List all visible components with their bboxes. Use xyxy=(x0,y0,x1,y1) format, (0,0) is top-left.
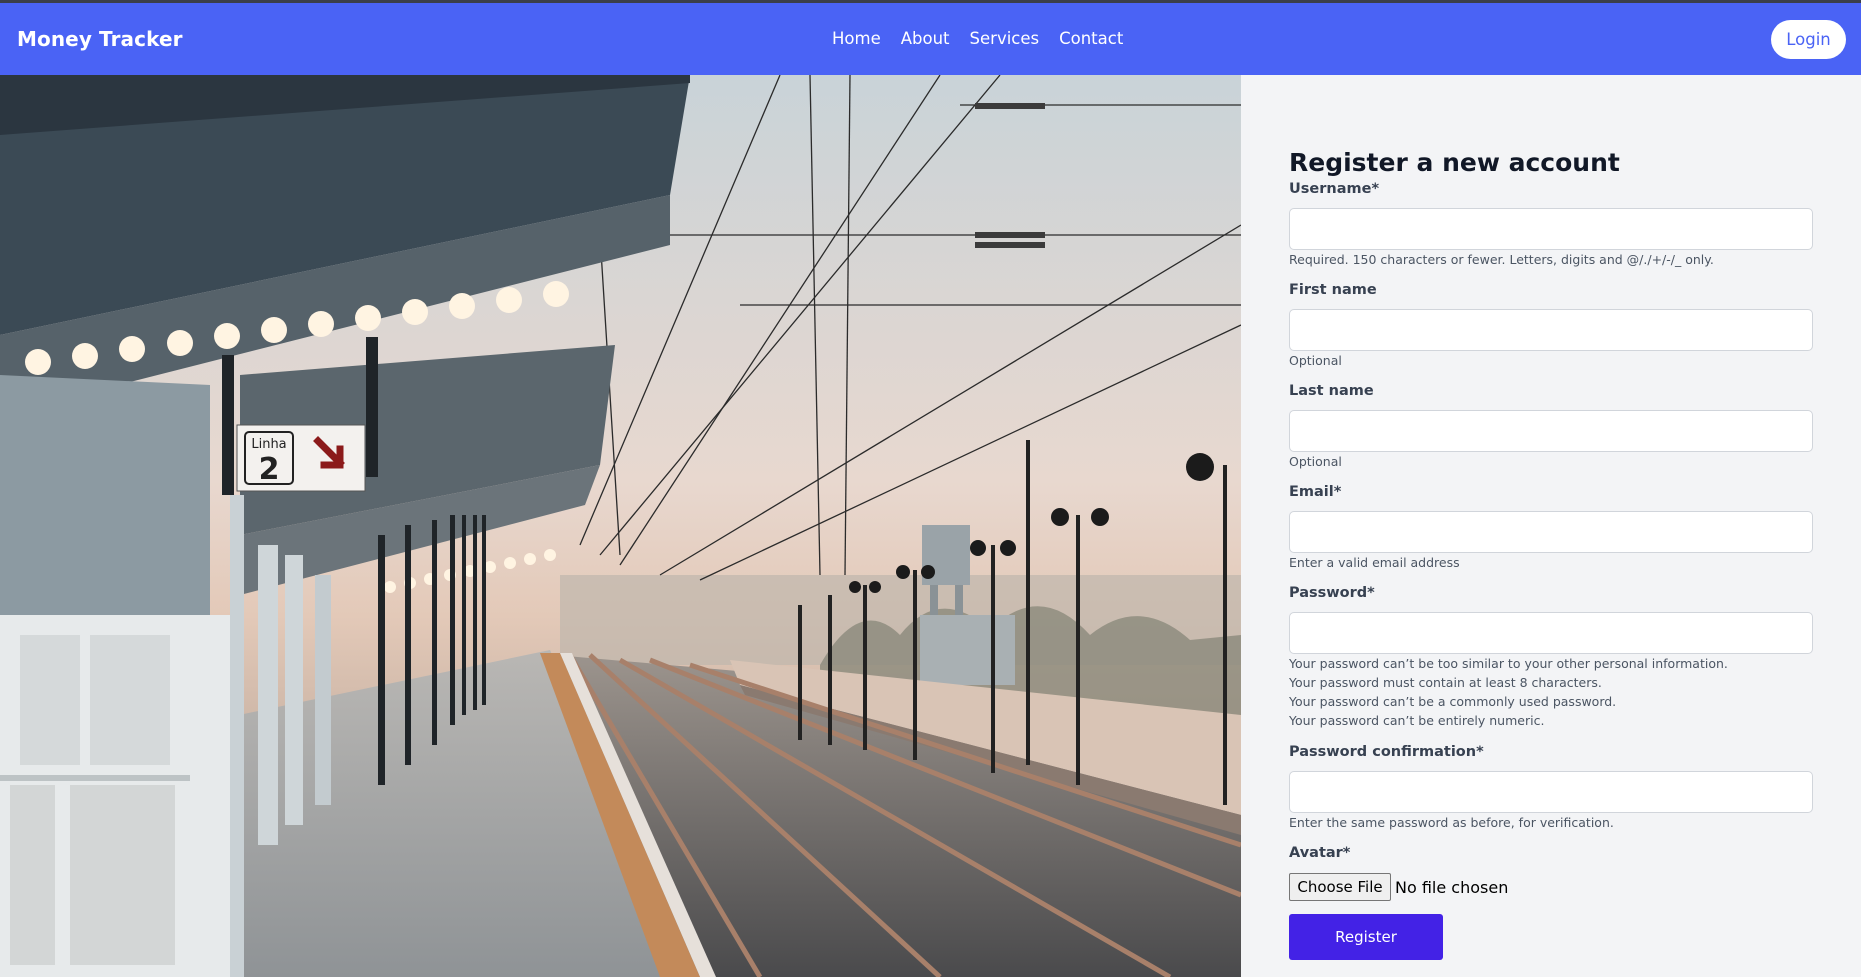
password-help-2: Your password must contain at least 8 ch… xyxy=(1289,675,1602,690)
username-input[interactable] xyxy=(1289,208,1813,250)
last-name-input[interactable] xyxy=(1289,410,1813,452)
password-confirmation-label: Password confirmation* xyxy=(1289,744,1484,760)
login-button[interactable]: Login xyxy=(1771,20,1846,59)
avatar-label: Avatar* xyxy=(1289,845,1351,861)
nav-link-services[interactable]: Services xyxy=(970,29,1040,48)
email-help: Enter a valid email address xyxy=(1289,555,1460,570)
railway-station-photo: Linha 2 xyxy=(0,75,1241,977)
first-name-input[interactable] xyxy=(1289,309,1813,351)
password-confirmation-help: Enter the same password as before, for v… xyxy=(1289,815,1614,830)
hero-image: Linha 2 xyxy=(0,75,1241,977)
password-input[interactable] xyxy=(1289,612,1813,654)
nav-link-about[interactable]: About xyxy=(901,29,950,48)
navbar: Money Tracker Home About Services Contac… xyxy=(0,3,1861,75)
password-label: Password* xyxy=(1289,585,1375,601)
sign-line-label: Linha xyxy=(251,437,286,452)
password-help-4: Your password can’t be entirely numeric. xyxy=(1289,713,1545,728)
nav-links: Home About Services Contact xyxy=(832,29,1143,48)
brand-logo[interactable]: Money Tracker xyxy=(17,27,183,51)
email-label: Email* xyxy=(1289,484,1342,500)
first-name-label: First name xyxy=(1289,282,1377,298)
last-name-label: Last name xyxy=(1289,383,1374,399)
username-help: Required. 150 characters or fewer. Lette… xyxy=(1289,252,1714,267)
password-help-1: Your password can’t be too similar to yo… xyxy=(1289,656,1728,671)
first-name-help: Optional xyxy=(1289,353,1342,368)
email-input[interactable] xyxy=(1289,511,1813,553)
nav-link-contact[interactable]: Contact xyxy=(1059,29,1123,48)
password-help-3: Your password can’t be a commonly used p… xyxy=(1289,694,1617,709)
password-confirmation-input[interactable] xyxy=(1289,771,1813,813)
choose-file-button[interactable]: Choose File xyxy=(1289,873,1391,901)
sign-line-number: 2 xyxy=(259,452,280,487)
nav-link-home[interactable]: Home xyxy=(832,29,881,48)
linha-2-sign: Linha 2 xyxy=(236,424,366,492)
file-status-text: No file chosen xyxy=(1395,878,1509,897)
register-button[interactable]: Register xyxy=(1289,914,1443,960)
last-name-help: Optional xyxy=(1289,454,1342,469)
form-title: Register a new account xyxy=(1289,148,1620,177)
username-label: Username* xyxy=(1289,181,1380,197)
